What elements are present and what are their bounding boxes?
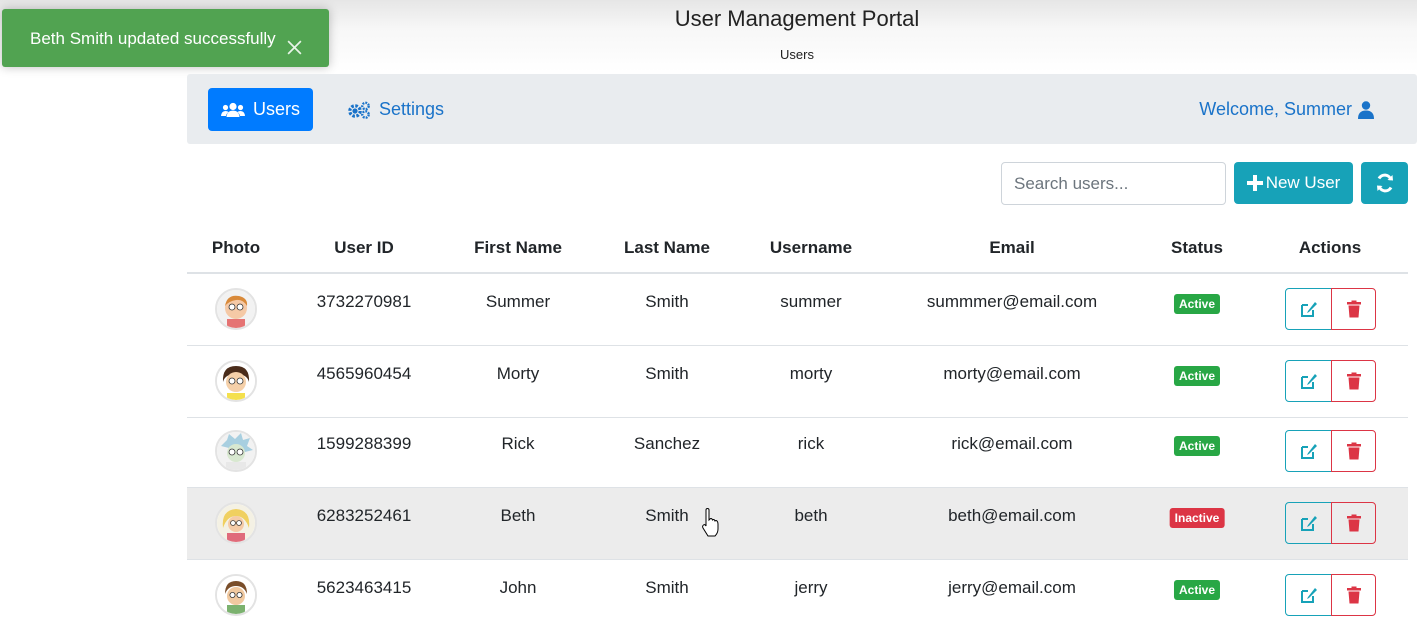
- user-id-cell: 3732270981: [316, 292, 412, 311]
- edit-icon: [1300, 588, 1317, 603]
- user-id-cell: 5623463415: [316, 578, 412, 597]
- avatar: [215, 574, 257, 616]
- username-cell: jerry: [794, 578, 828, 597]
- nav-users-label: Users: [252, 99, 300, 119]
- last-name-cell: Smith: [645, 578, 689, 597]
- new-user-button[interactable]: New User: [1234, 162, 1353, 204]
- table-row[interactable]: 6283252461 Beth Smith beth beth@email.co…: [187, 488, 1408, 560]
- status-badge: Active: [1173, 294, 1221, 314]
- edit-button[interactable]: [1285, 430, 1332, 472]
- success-toast[interactable]: Beth Smith updated successfully: [2, 9, 329, 67]
- trash-icon: [1346, 372, 1361, 390]
- delete-button[interactable]: [1331, 360, 1376, 402]
- table-row[interactable]: 3732270981 Summer Smith summer summmer@e…: [187, 274, 1408, 346]
- search-input[interactable]: [1001, 162, 1226, 205]
- table-row[interactable]: 1599288399 Rick Sanchez rick rick@email.…: [187, 416, 1408, 488]
- welcome-text: Welcome, Summer: [1199, 99, 1352, 119]
- toast-message: Beth Smith updated successfully: [30, 29, 276, 48]
- avatar: [215, 502, 257, 544]
- email-cell: summmer@email.com: [926, 292, 1098, 311]
- last-name-cell: Sanchez: [633, 434, 701, 453]
- edit-button[interactable]: [1285, 360, 1332, 402]
- trash-icon: [1346, 514, 1361, 532]
- username-cell: rick: [797, 434, 825, 453]
- edit-button[interactable]: [1285, 574, 1332, 616]
- username-cell: morty: [789, 364, 833, 383]
- user-id-cell: 6283252461: [316, 506, 412, 525]
- avatar: [215, 360, 257, 402]
- edit-button[interactable]: [1285, 502, 1332, 544]
- edit-button[interactable]: [1285, 288, 1332, 330]
- nav-settings-link[interactable]: Settings: [347, 88, 444, 131]
- column-header-status: Status: [1171, 238, 1223, 257]
- first-name-cell: Morty: [496, 364, 540, 383]
- trash-icon: [1346, 300, 1361, 318]
- nav-users-button[interactable]: Users: [208, 88, 313, 131]
- users-icon: [220, 102, 245, 117]
- last-name-cell: Smith: [645, 506, 689, 525]
- status-badge: Inactive: [1169, 508, 1225, 528]
- column-header-photo: Photo: [211, 238, 261, 257]
- user-id-cell: 1599288399: [316, 434, 412, 453]
- trash-icon: [1346, 442, 1361, 460]
- table-row[interactable]: 5623463415 John Smith jerry jerry@email.…: [187, 560, 1408, 624]
- email-cell: beth@email.com: [948, 506, 1076, 525]
- column-header-last-name: Last Name: [624, 238, 710, 257]
- navbar: Users Settings Welcome, Summer: [187, 74, 1417, 144]
- nav-settings-label: Settings: [379, 99, 445, 119]
- delete-button[interactable]: [1331, 502, 1376, 544]
- email-cell: morty@email.com: [943, 364, 1081, 383]
- user-id-cell: 4565960454: [316, 364, 412, 383]
- column-header-email: Email: [989, 238, 1035, 257]
- table-row[interactable]: 4565960454 Morty Smith morty morty@email…: [187, 346, 1408, 418]
- status-badge: Active: [1173, 366, 1221, 386]
- table-header: Photo User ID First Name Last Name Usern…: [187, 226, 1408, 274]
- column-header-actions: Actions: [1298, 238, 1362, 257]
- hand-cursor-icon: [702, 508, 719, 537]
- edit-icon: [1300, 374, 1317, 389]
- username-cell: beth: [794, 506, 828, 525]
- gears-icon: [348, 101, 370, 119]
- first-name-cell: Beth: [500, 506, 536, 525]
- first-name-cell: Summer: [485, 292, 551, 311]
- refresh-button[interactable]: [1361, 162, 1408, 204]
- delete-button[interactable]: [1331, 574, 1376, 616]
- edit-icon: [1300, 516, 1317, 531]
- plus-icon: [1246, 175, 1263, 191]
- username-cell: summer: [780, 292, 842, 311]
- trash-icon: [1346, 586, 1361, 604]
- new-user-label: New User: [1265, 173, 1341, 192]
- column-header-user-id: User ID: [334, 238, 394, 257]
- status-badge: Active: [1173, 580, 1221, 600]
- last-name-cell: Smith: [645, 364, 689, 383]
- close-icon[interactable]: [286, 39, 303, 56]
- delete-button[interactable]: [1331, 430, 1376, 472]
- avatar: [215, 430, 257, 472]
- user-icon: [1358, 100, 1374, 119]
- edit-icon: [1300, 444, 1317, 459]
- column-header-username: Username: [769, 238, 853, 257]
- first-name-cell: John: [499, 578, 537, 597]
- first-name-cell: Rick: [501, 434, 535, 453]
- last-name-cell: Smith: [645, 292, 689, 311]
- avatar: [215, 288, 257, 330]
- welcome-user-link[interactable]: Welcome, Summer: [1199, 88, 1374, 131]
- edit-icon: [1300, 302, 1317, 317]
- delete-button[interactable]: [1331, 288, 1376, 330]
- status-badge: Active: [1173, 436, 1221, 456]
- column-header-first-name: First Name: [474, 238, 562, 257]
- email-cell: jerry@email.com: [948, 578, 1076, 597]
- refresh-icon: [1376, 173, 1393, 193]
- email-cell: rick@email.com: [951, 434, 1073, 453]
